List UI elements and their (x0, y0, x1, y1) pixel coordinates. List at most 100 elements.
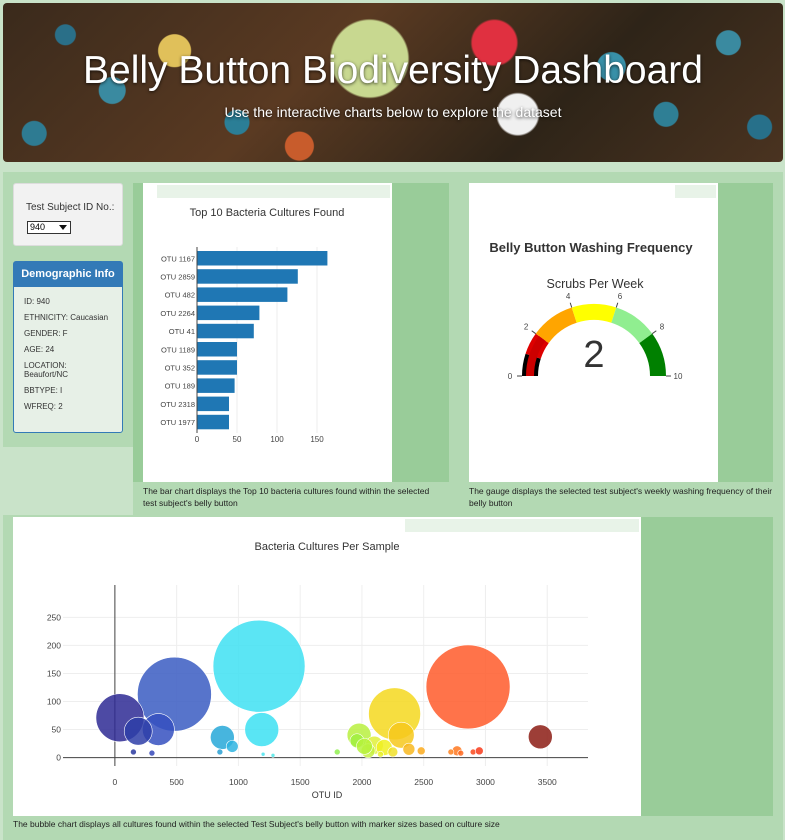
bubble-xtick-label: 1000 (229, 777, 248, 787)
gauge-tick-label: 10 (674, 372, 683, 381)
bubble-xtick-label: 2000 (352, 777, 371, 787)
gauge-tick (651, 330, 657, 335)
bubble-ytick-label: 100 (47, 696, 61, 706)
bubble-ytick-label: 150 (47, 668, 61, 678)
bar (197, 414, 229, 430)
bar-category-label: OTU 41 (169, 327, 195, 336)
bubble-point (416, 746, 426, 756)
gauge-subtitle: Scrubs Per Week (546, 277, 644, 291)
bubble-point (148, 749, 156, 757)
bar-category-label: OTU 1189 (161, 345, 195, 354)
demo-ethnicity: ETHNICITY: Caucasian (24, 313, 109, 322)
bar (197, 323, 254, 339)
bubble-xtick-label: 1500 (291, 777, 310, 787)
demo-age: AGE: 24 (24, 345, 55, 354)
bar-category-label: OTU 189 (165, 382, 195, 391)
bubble-ytick-label: 200 (47, 640, 61, 650)
bubble-point (260, 751, 266, 757)
page-subtitle: Use the interactive charts below to expl… (224, 104, 562, 120)
bubble-point (123, 716, 153, 746)
gauge-tick (569, 302, 573, 308)
subject-id-select[interactable]: 940 (27, 221, 71, 234)
bar (197, 305, 260, 321)
gauge-card: Belly Button Washing Frequency Scrubs Per… (469, 183, 718, 482)
bar-chart-title: Top 10 Bacteria Cultures Found (190, 207, 345, 219)
bubble-point (244, 712, 280, 747)
bar-xtick-label: 0 (195, 435, 200, 444)
gauge-tick-label: 8 (660, 323, 665, 332)
gauge-tick-label: 6 (618, 292, 623, 301)
gauge-caption: The gauge displays the selected test sub… (469, 486, 773, 508)
bubble-point (130, 748, 137, 756)
bubble-caption: The bubble chart displays all cultures f… (13, 819, 500, 829)
bubble-point (425, 644, 511, 730)
bar (197, 269, 298, 284)
bar (197, 378, 235, 393)
bubble-chart-card: Bacteria Cultures Per Sample 0 50 100 150 200… (13, 517, 641, 816)
bubble-ytick-label: 250 (47, 612, 61, 622)
demo-wfreq: WFREQ: 2 (24, 402, 63, 411)
bubble-x-axis-title: OTU ID (312, 790, 343, 800)
bar-category-label: OTU 2264 (160, 309, 195, 318)
bar (197, 396, 229, 412)
bubble-point (387, 746, 399, 758)
demographic-panel: Demographic Info ID: 940 ETHNICITY: Cauc… (13, 261, 123, 433)
bubble-xtick-label: 0 (113, 777, 118, 787)
gauge-right-bg (718, 183, 773, 482)
bubble-xtick-label: 500 (170, 777, 184, 787)
bubble-point (270, 753, 276, 758)
bar-caption: The bar chart displays the Top 10 bacter… (143, 486, 430, 508)
demographic-body: ID: 940 ETHNICITY: Caucasian GENDER: F A… (14, 287, 122, 411)
left-column-fill (3, 447, 133, 515)
bubble-point (225, 740, 239, 753)
bubble-point (216, 748, 224, 756)
gauge-step (571, 304, 617, 323)
bar (197, 342, 237, 357)
bubble-point (377, 750, 384, 758)
gauge-step (535, 307, 577, 344)
gauge-chart: Belly Button Washing Frequency Scrubs Per… (489, 240, 693, 381)
bar-category-label: OTU 2859 (160, 272, 195, 281)
demo-bbtype: BBTYPE: I (24, 386, 63, 395)
bar-right-bg (392, 183, 449, 482)
gauge-title: Belly Button Washing Frequency (489, 240, 693, 255)
bubble-xtick-label: 3500 (538, 777, 557, 787)
page-title: Belly Button Biodiversity Dashboard (83, 49, 703, 92)
demo-location: LOCATION: Beaufort/NC (24, 361, 69, 379)
bar-category-label: OTU 1977 (160, 418, 195, 427)
bubble-xtick-label: 3000 (476, 777, 495, 787)
bar (197, 287, 288, 302)
bubble-right-bg (641, 517, 773, 816)
demographic-title: Demographic Info (14, 262, 122, 287)
bubble-point (212, 619, 306, 713)
bar-category-label: OTU 352 (165, 363, 195, 372)
bubble-xtick-label: 2500 (414, 777, 433, 787)
bubble-point (356, 738, 373, 755)
bubble-point (447, 748, 455, 756)
selector-well: Test Subject ID No.: 940 (13, 183, 123, 246)
bubble-ytick-label: 0 (56, 753, 61, 763)
bubble-point (402, 742, 416, 756)
bar-category-label: OTU 1167 (161, 254, 195, 263)
bubble-ytick-label: 50 (52, 725, 62, 735)
gauge-value: 2 (583, 334, 604, 376)
gauge-tick (531, 330, 537, 335)
bar-xtick-label: 100 (270, 435, 284, 444)
bar (197, 360, 237, 375)
subject-id-value: 940 (30, 222, 46, 232)
gauge-tick-label: 2 (524, 323, 529, 332)
bubble-chart: Bacteria Cultures Per Sample 0 50 100 150 200… (47, 541, 588, 800)
gauge-tick-label: 4 (566, 292, 571, 301)
demo-gender: GENDER: F (24, 329, 68, 338)
bar-chart: Top 10 Bacteria Cultures Found 0 50 100 150 O… (160, 207, 345, 444)
bar-xtick-label: 150 (310, 435, 324, 444)
bar-category-label: OTU 482 (165, 291, 195, 300)
bubble-point (333, 748, 341, 756)
demo-id: ID: 940 (24, 297, 50, 306)
gauge-tick (615, 302, 619, 308)
bar (197, 251, 328, 266)
bar-category-label: OTU 2318 (160, 400, 195, 409)
bubble-point (474, 746, 484, 756)
selector-label: Test Subject ID No.: (26, 202, 115, 213)
bubble-point (528, 724, 553, 750)
